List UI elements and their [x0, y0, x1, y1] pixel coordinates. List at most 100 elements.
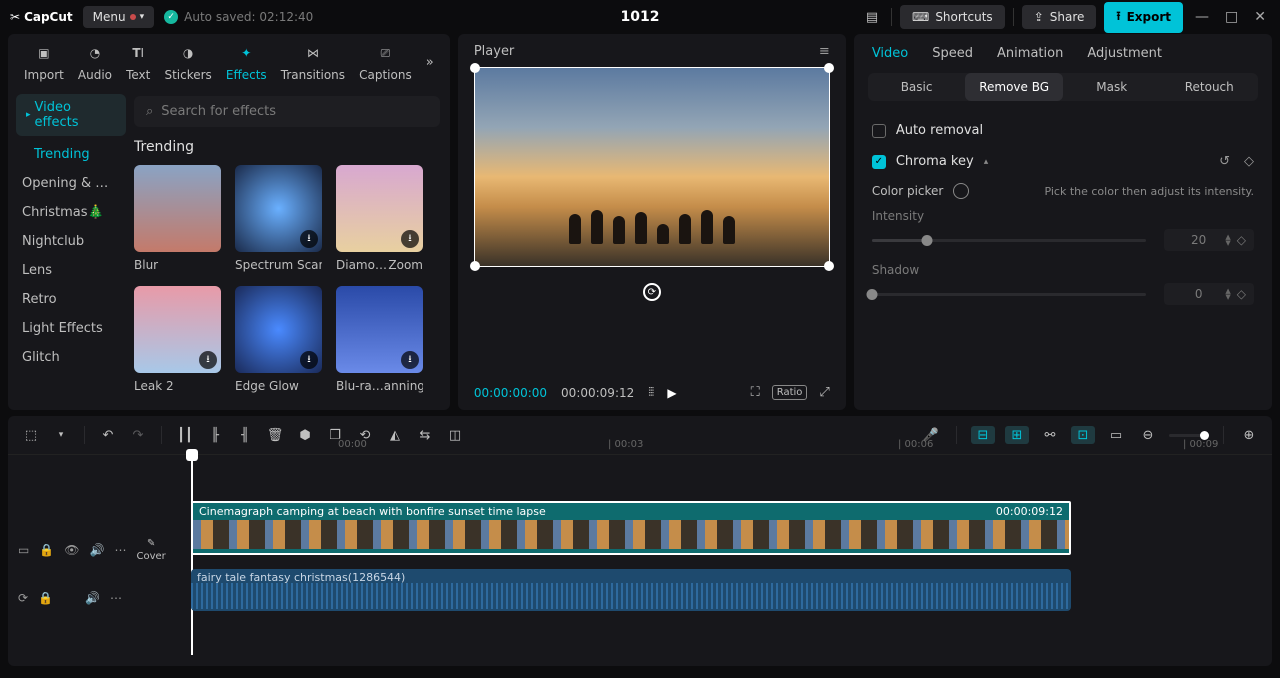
menu-dot-icon: [130, 14, 136, 20]
play-button[interactable]: ▶: [667, 386, 676, 400]
keyboard-icon: ⌨: [912, 10, 929, 24]
keyframe-icon[interactable]: ◇: [1244, 154, 1254, 169]
ratio-button[interactable]: Ratio: [772, 385, 808, 400]
rtab-video[interactable]: Video: [872, 46, 908, 61]
video-clip[interactable]: Cinemagraph camping at beach with bonfir…: [191, 501, 1071, 555]
search-effects-input[interactable]: ⌕ Search for effects: [134, 96, 440, 127]
timeline-ruler[interactable]: 00:00 | 00:03 | 00:06 | 00:09: [288, 433, 1272, 455]
rtab-speed[interactable]: Speed: [932, 46, 973, 61]
speaker-icon[interactable]: 🔊: [90, 543, 105, 557]
sidebar-item-retro[interactable]: Retro: [8, 285, 134, 314]
shadow-slider[interactable]: [872, 293, 1146, 296]
export-button[interactable]: ⭱ Export: [1104, 2, 1183, 33]
handle-tl[interactable]: [470, 63, 480, 73]
undo-button[interactable]: ↶: [97, 424, 119, 446]
download-icon[interactable]: ⭳: [199, 351, 217, 369]
trim-right-tool[interactable]: ╢: [234, 424, 256, 446]
reset-icon[interactable]: ↺: [1219, 154, 1230, 169]
handle-tr[interactable]: [824, 63, 834, 73]
layout-icon[interactable]: ▤: [861, 6, 883, 28]
download-icon[interactable]: ⭳: [401, 351, 419, 369]
stepper-icon[interactable]: ▲▼: [1225, 288, 1230, 300]
stepper-icon[interactable]: ▲▼: [1225, 234, 1230, 246]
pointer-tool[interactable]: ⬚: [20, 424, 42, 446]
tab-transitions[interactable]: ⋈Transitions: [281, 42, 345, 82]
sidebar-item-opening[interactable]: Opening & …: [8, 169, 134, 198]
chroma-key-checkbox[interactable]: ✓: [872, 155, 886, 169]
seg-basic[interactable]: Basic: [868, 73, 966, 101]
eyedropper-icon[interactable]: [953, 183, 969, 199]
intensity-slider[interactable]: [872, 239, 1146, 242]
scan-icon[interactable]: ⛶: [751, 385, 760, 400]
rtab-adjustment[interactable]: Adjustment: [1087, 46, 1162, 61]
keyframe-icon[interactable]: ◇: [1237, 287, 1246, 301]
slider-knob[interactable]: [866, 289, 877, 300]
auto-removal-row[interactable]: Auto removal: [854, 115, 1272, 146]
seg-mask[interactable]: Mask: [1063, 73, 1161, 101]
share-button[interactable]: ⇪ Share: [1022, 5, 1097, 29]
sidebar-item-lens[interactable]: Lens: [8, 256, 134, 285]
lock-icon[interactable]: 🔒: [39, 543, 54, 557]
video-subtabs: Basic Remove BG Mask Retouch: [868, 73, 1258, 101]
auto-removal-checkbox[interactable]: [872, 124, 886, 138]
seg-retouch[interactable]: Retouch: [1160, 73, 1258, 101]
shortcuts-button[interactable]: ⌨ Shortcuts: [900, 5, 1005, 29]
more-tabs-button[interactable]: »: [426, 55, 434, 70]
effect-leak2[interactable]: ⭳Leak 2: [134, 286, 221, 393]
close-button[interactable]: ✕: [1250, 9, 1270, 25]
download-icon[interactable]: ⭳: [401, 230, 419, 248]
tab-stickers[interactable]: ◑Stickers: [164, 42, 211, 82]
intensity-input[interactable]: 20 ▲▼ ◇: [1164, 229, 1254, 251]
sidebar-item-light[interactable]: Light Effects: [8, 314, 134, 343]
handle-bl[interactable]: [470, 261, 480, 271]
sidebar-item-glitch[interactable]: Glitch: [8, 343, 134, 372]
effect-bluray-scanning[interactable]: ⭳Blu-ra…anning: [336, 286, 423, 393]
keyframe-icon[interactable]: ◇: [1237, 233, 1246, 247]
grid-icon[interactable]: ⦙⦙⦙: [648, 385, 653, 400]
tab-effects[interactable]: ✦Effects: [226, 42, 267, 82]
fullscreen-icon[interactable]: ⤢: [819, 385, 829, 400]
effect-blur[interactable]: Blur: [134, 165, 221, 272]
menu-button[interactable]: Menu ▾: [83, 6, 154, 28]
tab-audio[interactable]: ◔Audio: [78, 42, 112, 82]
properties-panel: Video Speed Animation Adjustment Basic R…: [854, 34, 1272, 410]
download-icon[interactable]: ⭳: [300, 230, 318, 248]
rotate-icon[interactable]: ⟳: [643, 283, 661, 301]
tab-import[interactable]: ▣Import: [24, 42, 64, 82]
sidebar-item-christmas[interactable]: Christmas🎄: [8, 198, 134, 227]
effect-spectrum-scan[interactable]: ⭳Spectrum Scan: [235, 165, 322, 272]
sidebar-item-trending[interactable]: Trending: [8, 140, 134, 169]
tab-text[interactable]: TIText: [126, 42, 150, 82]
effect-edge-glow[interactable]: ⭳Edge Glow: [235, 286, 322, 393]
preview-canvas[interactable]: [474, 67, 830, 267]
tab-captions[interactable]: ⎚Captions: [359, 42, 412, 82]
player-menu-icon[interactable]: ≡: [819, 44, 830, 59]
sidebar-item-nightclub[interactable]: Nightclub: [8, 227, 134, 256]
lock-icon[interactable]: 🔒: [38, 591, 53, 605]
sync-icon[interactable]: ⟳: [18, 591, 28, 605]
redo-button[interactable]: ↷: [127, 424, 149, 446]
search-icon: ⌕: [146, 104, 153, 119]
shadow-input[interactable]: 0 ▲▼ ◇: [1164, 283, 1254, 305]
minimize-button[interactable]: —: [1191, 9, 1213, 25]
download-icon[interactable]: ⭳: [300, 351, 318, 369]
trim-left-tool[interactable]: ╟: [204, 424, 226, 446]
collapse-icon[interactable]: ▴: [984, 157, 989, 167]
reel-icon[interactable]: ▭: [18, 543, 29, 557]
more-icon[interactable]: ⋯: [114, 543, 126, 557]
rtab-animation[interactable]: Animation: [997, 46, 1063, 61]
audio-clip[interactable]: fairy tale fantasy christmas(1286544): [191, 569, 1071, 611]
more-icon[interactable]: ⋯: [110, 591, 122, 605]
effect-diamond-zoom[interactable]: ⭳Diamo…Zoom: [336, 165, 423, 272]
delete-tool[interactable]: 🗑: [264, 424, 286, 446]
split-tool[interactable]: ┃┃: [174, 424, 196, 446]
maximize-button[interactable]: □: [1221, 9, 1242, 25]
tool-chevron[interactable]: ▾: [50, 424, 72, 446]
eye-icon[interactable]: 👁: [64, 543, 79, 557]
speaker-icon[interactable]: 🔊: [85, 591, 100, 605]
project-title: 1012: [621, 9, 660, 25]
handle-br[interactable]: [824, 261, 834, 271]
seg-removebg[interactable]: Remove BG: [965, 73, 1063, 101]
slider-knob[interactable]: [921, 235, 932, 246]
video-effects-pill[interactable]: ▸Video effects: [16, 94, 126, 136]
